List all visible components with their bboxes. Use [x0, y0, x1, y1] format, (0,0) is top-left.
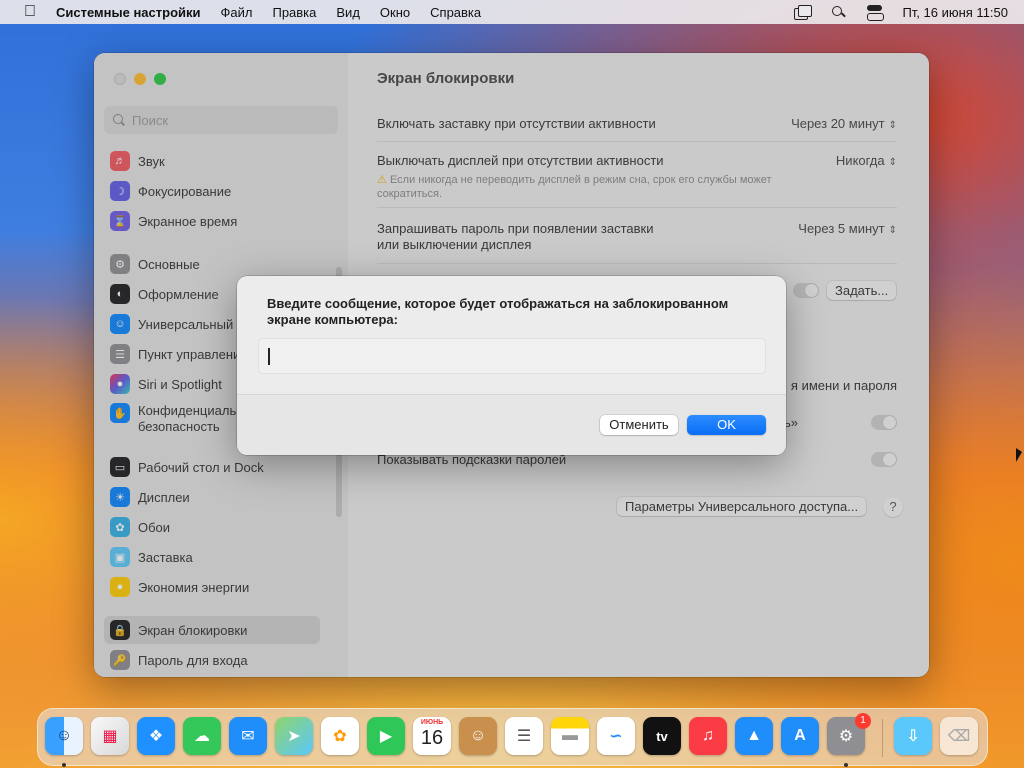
- safari-icon[interactable]: ❖: [137, 717, 175, 755]
- app-store-icon[interactable]: A: [781, 717, 819, 755]
- cancel-button[interactable]: Отменить: [600, 415, 678, 435]
- calendar-icon[interactable]: ИЮНЬ 16: [413, 717, 451, 755]
- contacts-icon[interactable]: ☺: [459, 717, 497, 755]
- mouse-cursor-icon: [1016, 448, 1022, 462]
- app-name-menu[interactable]: Системные настройки: [56, 5, 201, 20]
- ok-button[interactable]: OK: [687, 415, 766, 435]
- freeform-icon[interactable]: ∽: [597, 717, 635, 755]
- system-settings-icon[interactable]: ⚙ 1: [827, 713, 871, 755]
- menubar:  Системные настройки Файл Правка Вид Ок…: [0, 0, 1024, 24]
- keynote-icon[interactable]: ▲: [735, 717, 773, 755]
- mail-icon[interactable]: ✉: [229, 717, 267, 755]
- reminders-icon[interactable]: ☰: [505, 717, 543, 755]
- facetime-icon[interactable]: ▶: [367, 717, 405, 755]
- dialog-footer: Отменить OK: [237, 394, 786, 455]
- apple-menu-icon[interactable]: : [14, 3, 46, 21]
- text-caret: [268, 348, 270, 365]
- lock-message-dialog: Введите сообщение, которое будет отображ…: [237, 276, 786, 455]
- messages-icon[interactable]: ☁: [183, 717, 221, 755]
- trash-icon[interactable]: ⌫: [940, 717, 978, 755]
- dock-separator: [882, 719, 883, 757]
- photos-icon[interactable]: ✿: [321, 717, 359, 755]
- apple-tv-icon[interactable]: tv: [643, 717, 681, 755]
- running-indicator: [844, 763, 848, 767]
- running-indicator: [62, 763, 66, 767]
- tv-label: tv: [656, 728, 668, 744]
- menu-view[interactable]: Вид: [336, 5, 360, 20]
- notes-icon[interactable]: ▬: [551, 717, 589, 755]
- menu-window[interactable]: Окно: [380, 5, 410, 20]
- downloads-folder-icon[interactable]: ⇩: [894, 717, 932, 755]
- menu-help[interactable]: Справка: [430, 5, 481, 20]
- menu-edit[interactable]: Правка: [272, 5, 316, 20]
- menu-file[interactable]: Файл: [221, 5, 253, 20]
- notification-badge: 1: [855, 713, 871, 729]
- control-center-icon[interactable]: [866, 5, 885, 21]
- lock-message-input[interactable]: [258, 338, 766, 374]
- calendar-day: 16: [420, 727, 444, 749]
- music-icon[interactable]: ♫: [689, 717, 727, 755]
- spotlight-search-icon[interactable]: [830, 5, 848, 19]
- dock: ☺ ▦ ❖ ☁ ✉ ➤ ✿ ▶ ИЮНЬ 16 ☺ ☰ ▬ ∽ tv ♫ ▲ A…: [37, 708, 988, 767]
- menubar-clock[interactable]: Пт, 16 июня 11:50: [902, 5, 1008, 20]
- dialog-message: Введите сообщение, которое будет отображ…: [267, 296, 729, 327]
- launchpad-icon[interactable]: ▦: [91, 717, 129, 755]
- finder-icon[interactable]: ☺: [45, 717, 83, 755]
- screen-mirroring-icon[interactable]: [794, 5, 813, 20]
- calendar-month: ИЮНЬ: [420, 719, 444, 726]
- maps-icon[interactable]: ➤: [275, 717, 313, 755]
